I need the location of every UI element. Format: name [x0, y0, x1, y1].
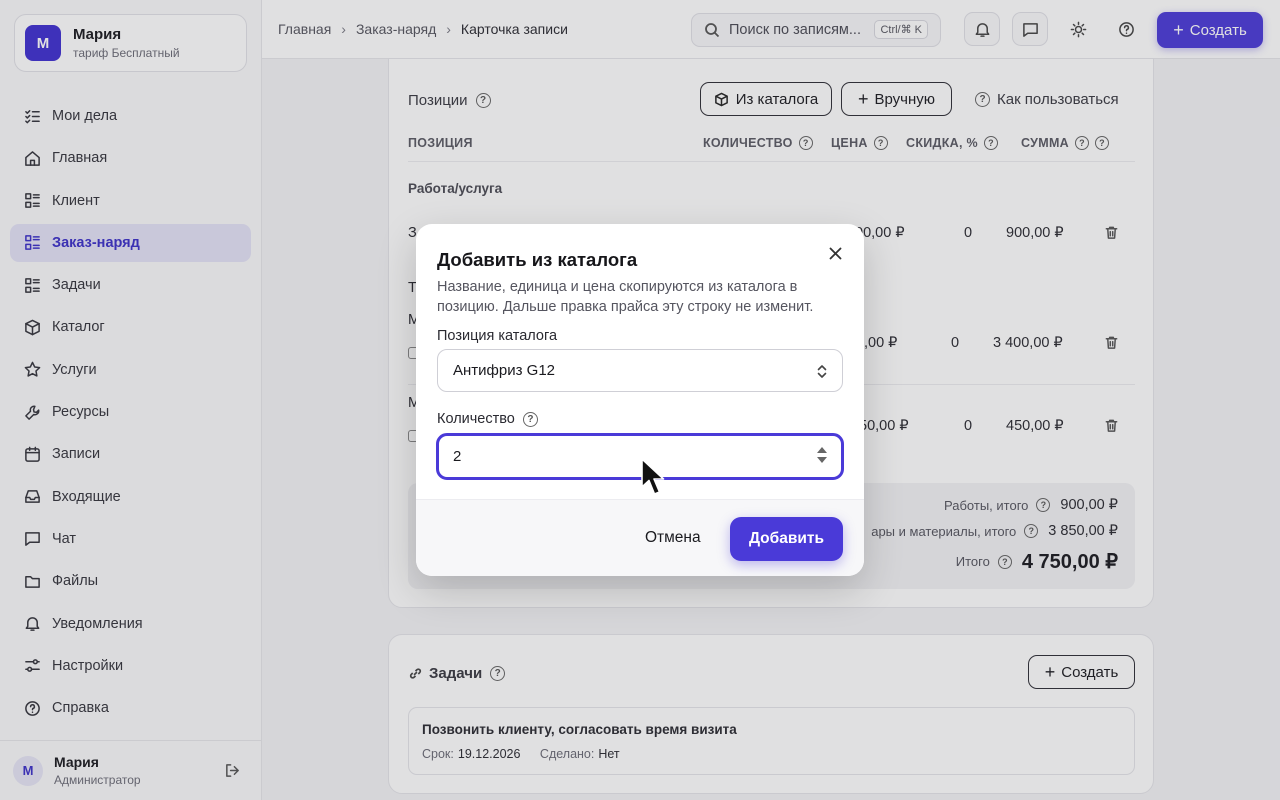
catalog-select[interactable]: Антифриз G12 [437, 349, 843, 392]
dialog-title: Добавить из каталога [437, 249, 638, 270]
qty-field-label: Количество ? [437, 411, 538, 427]
spinner-arrows-icon[interactable] [817, 447, 827, 467]
help-icon[interactable]: ? [522, 411, 538, 427]
add-button[interactable]: Добавить [730, 517, 843, 561]
catalog-select-value: Антифриз G12 [453, 362, 555, 379]
chevron-up-down-icon [817, 365, 827, 378]
qty-field-label-text: Количество [437, 411, 515, 427]
dialog-footer: Отмена Добавить [416, 499, 864, 576]
mouse-cursor-icon [641, 458, 665, 495]
catalog-field-label: Позиция каталога [437, 328, 558, 344]
cancel-button[interactable]: Отмена [645, 529, 701, 547]
add-from-catalog-dialog: Добавить из каталога Название, единица и… [416, 224, 864, 576]
quantity-value: 2 [453, 448, 462, 465]
close-icon[interactable] [826, 244, 844, 262]
dialog-description: Название, единица и цена скопируются из … [437, 279, 814, 315]
